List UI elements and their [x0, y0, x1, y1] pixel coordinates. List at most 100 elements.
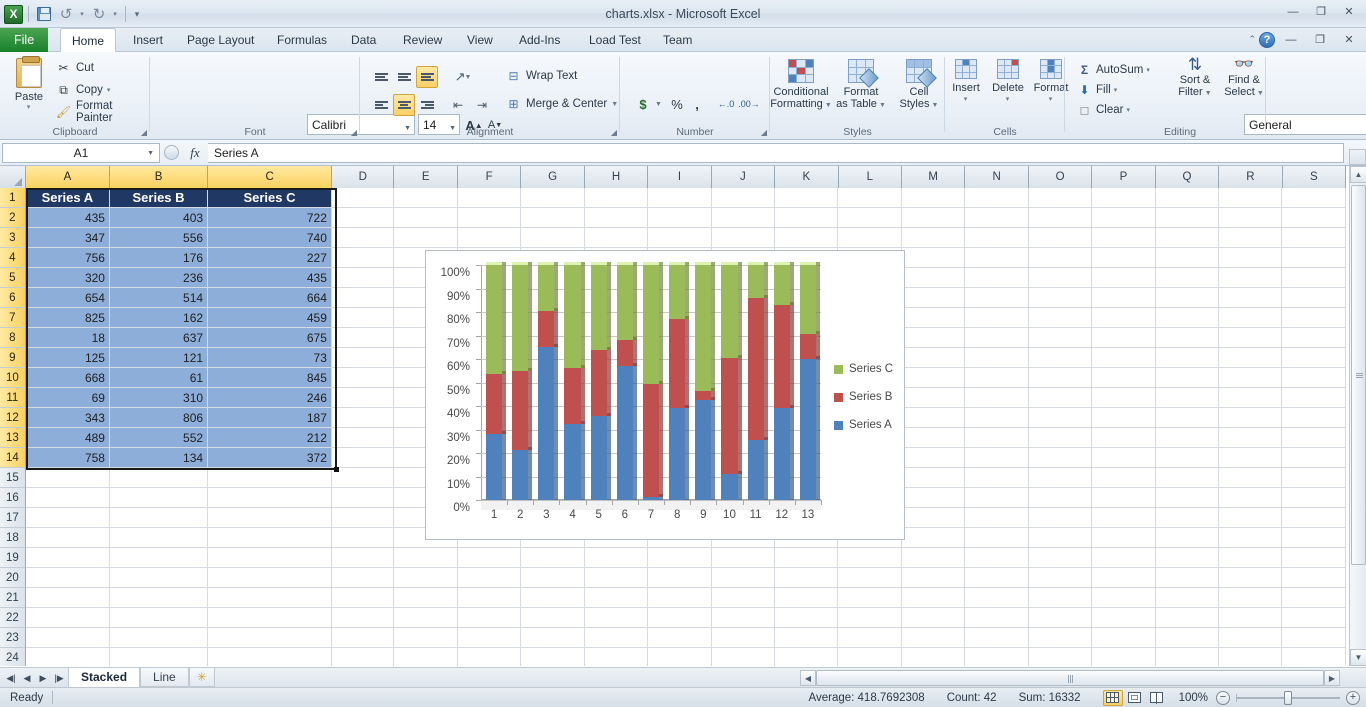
grid-cell-P6[interactable]	[1092, 288, 1155, 308]
grid-cell-G3[interactable]	[521, 228, 584, 248]
column-header-g[interactable]: G	[521, 166, 584, 188]
grid-cell-R8[interactable]	[1219, 328, 1282, 348]
grid-cell-I1[interactable]	[648, 188, 711, 208]
column-header-m[interactable]: M	[902, 166, 965, 188]
grid-cell-D12[interactable]	[332, 408, 394, 428]
grid-cell-K23[interactable]	[775, 628, 838, 648]
grid-cell-D16[interactable]	[332, 488, 394, 508]
align-top-button[interactable]	[370, 66, 392, 88]
row-header-7[interactable]: 7	[0, 308, 26, 328]
grid-cell-C23[interactable]	[208, 628, 332, 648]
grid-cell-I19[interactable]	[648, 548, 711, 568]
grid-cell-K21[interactable]	[775, 588, 838, 608]
find-select-button[interactable]: 👓 Find & Select ▼	[1217, 56, 1271, 124]
grid-cell-B6[interactable]: 514	[110, 288, 208, 308]
horizontal-scroll-thumb[interactable]	[816, 670, 1324, 686]
grid-cell-C19[interactable]	[208, 548, 332, 568]
chart-bar-11[interactable]	[748, 265, 764, 500]
grid-cell-L19[interactable]	[838, 548, 901, 568]
tab-data[interactable]: Data	[340, 28, 387, 52]
grid-cell-C13[interactable]: 212	[208, 428, 332, 448]
grid-cell-R4[interactable]	[1219, 248, 1282, 268]
insert-worksheet-button[interactable]: ✳	[189, 668, 215, 687]
row-header-9[interactable]: 9	[0, 348, 26, 368]
grid-cell-G23[interactable]	[521, 628, 584, 648]
insert-function-button[interactable]: fx	[182, 145, 208, 161]
grid-cell-A13[interactable]: 489	[26, 428, 110, 448]
grid-cell-M2[interactable]	[902, 208, 965, 228]
grid-cell-P12[interactable]	[1092, 408, 1155, 428]
row-header-13[interactable]: 13	[0, 428, 26, 448]
grid-cell-S10[interactable]	[1282, 368, 1345, 388]
grid-cell-C6[interactable]: 664	[208, 288, 332, 308]
grid-cell-C10[interactable]: 845	[208, 368, 332, 388]
column-header-a[interactable]: A	[26, 166, 110, 188]
grid-cell-G21[interactable]	[521, 588, 584, 608]
copy-button[interactable]: ⧉ Copy ▾	[56, 80, 110, 100]
grid-cell-N14[interactable]	[965, 448, 1028, 468]
grid-cell-Q19[interactable]	[1156, 548, 1219, 568]
chart-segment-series-a[interactable]	[486, 434, 502, 500]
chart-segment-series-b[interactable]	[721, 358, 737, 475]
grid-cell-O24[interactable]	[1029, 648, 1092, 666]
alignment-dialog-launcher[interactable]: ◢	[611, 128, 617, 137]
chart-bar-13[interactable]	[800, 265, 816, 500]
wrap-text-button[interactable]: ⊟ Wrap Text	[506, 66, 577, 86]
grid-cell-L24[interactable]	[838, 648, 901, 666]
grid-cell-C9[interactable]: 73	[208, 348, 332, 368]
grid-cell-Q10[interactable]	[1156, 368, 1219, 388]
grid-cell-M13[interactable]	[902, 428, 965, 448]
collapse-ribbon-icon[interactable]: ⌃	[1248, 34, 1256, 45]
grid-cell-P24[interactable]	[1092, 648, 1155, 666]
zoom-slider-thumb[interactable]	[1284, 691, 1292, 705]
grid-cell-H24[interactable]	[585, 648, 648, 666]
grid-cell-Q11[interactable]	[1156, 388, 1219, 408]
restore-button[interactable]: ❐	[1308, 2, 1334, 21]
chart-segment-series-c[interactable]	[721, 265, 737, 357]
grid-cell-M21[interactable]	[902, 588, 965, 608]
scroll-up-button[interactable]: ▲	[1350, 166, 1366, 183]
chart-segment-series-c[interactable]	[774, 265, 790, 305]
grid-cell-O15[interactable]	[1029, 468, 1092, 488]
format-as-table-button[interactable]: Format as Table ▼	[830, 56, 892, 124]
grid-cell-B10[interactable]: 61	[110, 368, 208, 388]
chart-segment-series-a[interactable]	[564, 424, 580, 500]
merge-center-button[interactable]: ⊞ Merge & Center ▼	[506, 94, 618, 114]
grid-cell-H1[interactable]	[585, 188, 648, 208]
grid-cell-A24[interactable]	[26, 648, 110, 666]
grid-cell-R23[interactable]	[1219, 628, 1282, 648]
chart-segment-series-a[interactable]	[617, 366, 633, 500]
column-header-j[interactable]: J	[712, 166, 775, 188]
fill-handle[interactable]	[334, 467, 339, 472]
grid-cell-L20[interactable]	[838, 568, 901, 588]
horizontal-scrollbar[interactable]: ◀ ▶	[790, 669, 1350, 687]
resize-grip[interactable]	[1340, 670, 1350, 686]
number-dialog-launcher[interactable]: ◢	[761, 128, 767, 137]
grid-cell-F21[interactable]	[458, 588, 521, 608]
tab-insert[interactable]: Insert	[122, 28, 174, 52]
chart-segment-series-a[interactable]	[800, 359, 816, 500]
grid-cell-K2[interactable]	[775, 208, 838, 228]
tab-formulas[interactable]: Formulas	[266, 28, 338, 52]
chart-segment-series-c[interactable]	[486, 265, 502, 374]
grid-cell-M10[interactable]	[902, 368, 965, 388]
grid-cell-R21[interactable]	[1219, 588, 1282, 608]
sheet-tab-stacked[interactable]: Stacked	[68, 668, 140, 688]
tab-team[interactable]: Team	[652, 28, 703, 52]
chart-segment-series-b[interactable]	[800, 334, 816, 359]
grid-cell-R24[interactable]	[1219, 648, 1282, 666]
grid-cell-Q5[interactable]	[1156, 268, 1219, 288]
grid-cell-A18[interactable]	[26, 528, 110, 548]
row-header-24[interactable]: 24	[0, 648, 26, 666]
grid-cell-S23[interactable]	[1282, 628, 1345, 648]
column-header-f[interactable]: F	[458, 166, 521, 188]
chart-segment-series-a[interactable]	[774, 408, 790, 500]
grid-cell-C17[interactable]	[208, 508, 332, 528]
grid-cell-A20[interactable]	[26, 568, 110, 588]
grid-cell-C16[interactable]	[208, 488, 332, 508]
grid-cell-A17[interactable]	[26, 508, 110, 528]
grid-cell-B11[interactable]: 310	[110, 388, 208, 408]
grid-cell-M19[interactable]	[902, 548, 965, 568]
insert-cells-button[interactable]: Insert ▾	[945, 56, 987, 124]
percent-style-button[interactable]: %	[666, 93, 688, 115]
